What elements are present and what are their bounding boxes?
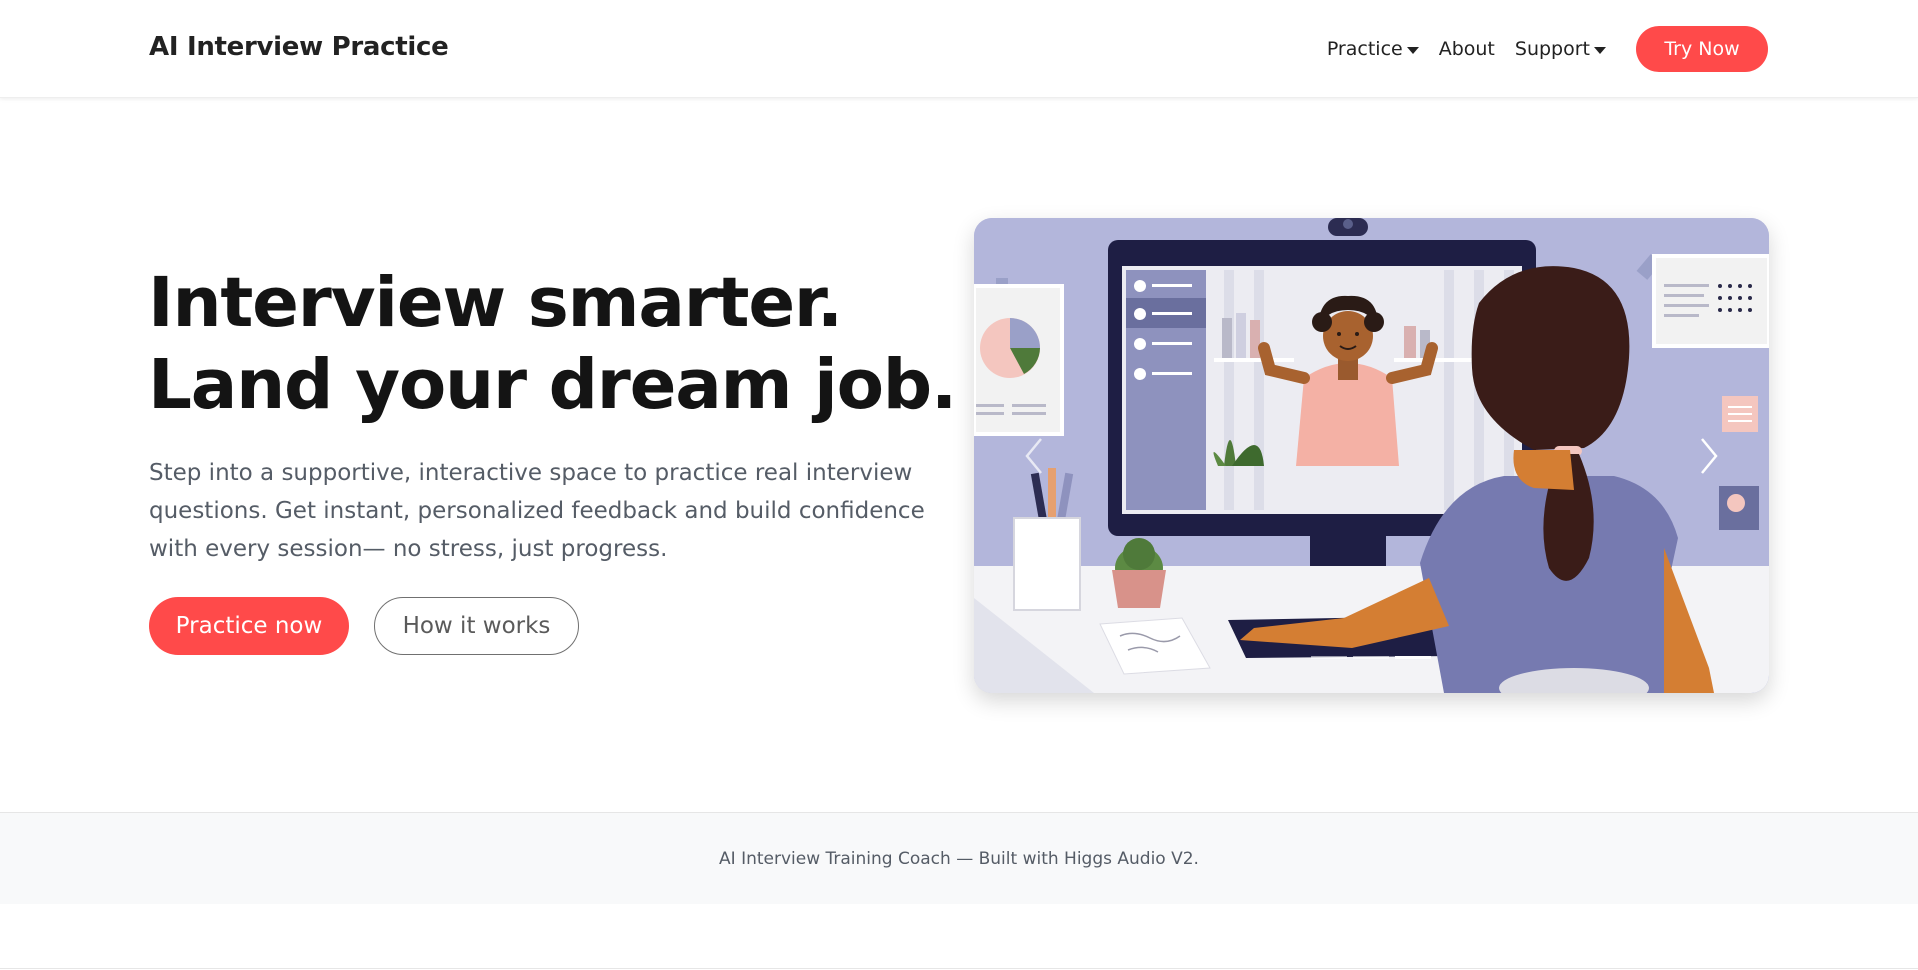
divider — [0, 968, 1918, 969]
nav-item-label: Practice — [1326, 38, 1403, 60]
nav-item-label: About — [1438, 38, 1495, 60]
wall-note-card — [1636, 254, 1769, 348]
nav-item-about[interactable]: About — [1439, 38, 1495, 60]
nav-item-practice[interactable]: Practice — [1327, 38, 1419, 60]
carousel-prev-button[interactable] — [1014, 432, 1054, 480]
nav-links: Practice About Support Try Now — [1327, 26, 1768, 72]
caret-down-icon — [1406, 46, 1419, 54]
hero-carousel — [974, 218, 1769, 693]
caret-down-icon — [1594, 46, 1606, 54]
carousel-indicator-active[interactable] — [1395, 656, 1431, 659]
wall-chart-card — [974, 278, 1064, 436]
hero-actions: Practice now How it works — [149, 597, 579, 655]
carousel-indicator[interactable] — [1353, 656, 1389, 659]
navbar: AI Interview Practice Practice About Sup… — [0, 0, 1918, 98]
brand-logo[interactable]: AI Interview Practice — [149, 32, 449, 62]
hero-title-line: Interview smarter. — [148, 263, 843, 343]
nav-item-label: Support — [1514, 38, 1590, 60]
how-it-works-button[interactable]: How it works — [374, 597, 579, 655]
carousel-indicator[interactable] — [1311, 656, 1347, 659]
video-interview-illustration — [974, 218, 1769, 693]
footer-text: AI Interview Training Coach — Built with… — [719, 849, 1199, 869]
footer: AI Interview Training Coach — Built with… — [0, 812, 1918, 904]
nav-item-support[interactable]: Support — [1515, 38, 1606, 60]
carousel-indicators — [1308, 656, 1434, 659]
hero-title: Interview smarter. Land your dream job. — [148, 262, 957, 426]
hero-description: Step into a supportive, interactive spac… — [149, 460, 925, 562]
chevron-right-icon — [1701, 438, 1718, 474]
chevron-left-icon — [1025, 438, 1042, 474]
carousel-next-button[interactable] — [1689, 432, 1729, 480]
try-now-button[interactable]: Try Now — [1636, 26, 1768, 72]
practice-now-button[interactable]: Practice now — [149, 597, 349, 655]
hero-title-line: Land your dream job. — [148, 345, 957, 425]
